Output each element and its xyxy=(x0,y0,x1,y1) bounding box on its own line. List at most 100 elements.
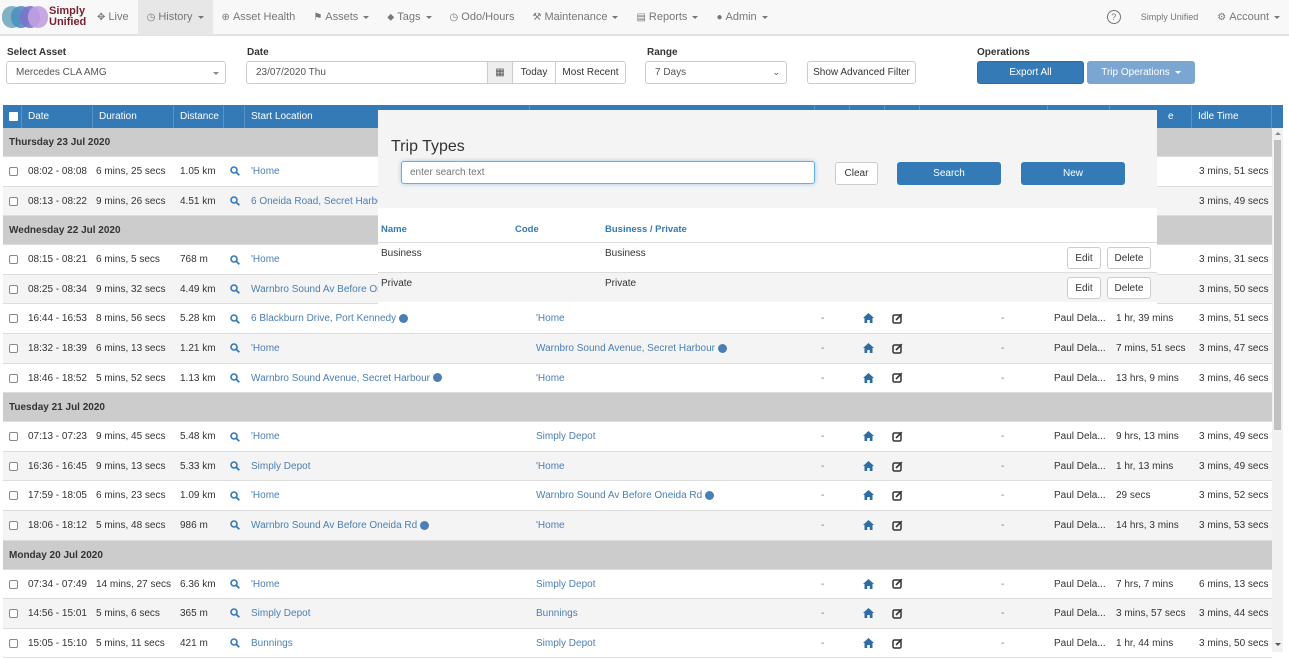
end-location-link[interactable]: Bunnings xyxy=(536,599,816,628)
search-icon[interactable] xyxy=(230,511,244,540)
header-duration[interactable]: Duration xyxy=(93,105,174,128)
end-location-link[interactable]: 'Home xyxy=(536,364,816,393)
start-location-link[interactable]: 'Home xyxy=(251,481,531,510)
end-location-link[interactable]: Simply Depot xyxy=(536,422,816,451)
globe-icon[interactable] xyxy=(433,373,442,383)
trip-types-search-input[interactable] xyxy=(401,161,815,184)
edit-icon[interactable] xyxy=(892,570,906,599)
table-row[interactable]: 16:36 - 16:45 9 mins, 13 secs 5.33 km Simpl… xyxy=(3,451,1272,482)
start-location-link-text[interactable]: Warnbro Sound Av Before Oneida Rd xyxy=(251,520,417,531)
search-icon[interactable] xyxy=(230,481,244,510)
row-checkbox[interactable] xyxy=(9,432,18,442)
nav-item-tags[interactable]: ⬥ Tags xyxy=(378,0,440,35)
search-icon[interactable] xyxy=(230,570,244,599)
nav-item-asset-health[interactable]: ⊕ Asset Health xyxy=(213,0,305,35)
edit-icon[interactable] xyxy=(892,304,906,333)
table-row[interactable]: 17:59 - 18:05 6 mins, 23 secs 1.09 km 'Home… xyxy=(3,481,1272,511)
row-checkbox[interactable] xyxy=(9,461,18,471)
start-location-link[interactable]: Warnbro Sound Avenue, Secret Harbour xyxy=(251,364,531,393)
start-location-link[interactable]: Simply Depot xyxy=(251,599,531,628)
search-icon[interactable] xyxy=(230,599,244,628)
show-advanced-filter-button[interactable]: Show Advanced Filter xyxy=(807,61,916,84)
nav-item-assets[interactable]: ⚑ Assets xyxy=(304,0,378,35)
header-idle-time[interactable]: Idle Time xyxy=(1192,105,1272,128)
row-checkbox[interactable] xyxy=(9,196,18,206)
end-location-link[interactable]: 'Home xyxy=(536,511,816,540)
export-all-button[interactable]: Export All xyxy=(977,61,1084,84)
scroll-down-icon[interactable] xyxy=(1275,643,1281,646)
scrollbar-thumb[interactable] xyxy=(1274,140,1281,430)
end-location-link[interactable]: 'Home xyxy=(536,452,816,481)
start-location-link[interactable]: Simply Depot xyxy=(251,452,531,481)
home-icon[interactable] xyxy=(863,629,877,658)
start-location-link-text[interactable]: Simply Depot xyxy=(251,461,310,472)
start-location-link-text[interactable]: Bunnings xyxy=(251,638,293,649)
row-checkbox[interactable] xyxy=(9,579,18,589)
start-location-link-text[interactable]: 'Home xyxy=(251,579,280,590)
end-location-link-text[interactable]: 'Home xyxy=(536,313,565,324)
row-checkbox[interactable] xyxy=(9,609,18,619)
calendar-button[interactable]: ▦ xyxy=(487,61,513,84)
search-icon[interactable] xyxy=(230,157,244,186)
edit-icon[interactable] xyxy=(892,511,906,540)
help-icon[interactable]: ? xyxy=(1106,10,1121,24)
header-date[interactable]: Date xyxy=(22,105,93,128)
start-location-link-text[interactable]: 'Home xyxy=(251,166,280,177)
header-code[interactable]: Code xyxy=(515,224,539,235)
table-row[interactable]: 07:13 - 07:23 9 mins, 45 secs 5.48 km 'Home… xyxy=(3,422,1272,452)
end-location-link-text[interactable]: 'Home xyxy=(536,520,565,531)
start-location-link-text[interactable]: 'Home xyxy=(251,343,280,354)
end-location-link[interactable]: 'Home xyxy=(536,304,816,333)
end-location-link-text[interactable]: Simply Depot xyxy=(536,579,595,590)
start-location-link[interactable]: 'Home xyxy=(251,570,531,599)
start-location-link[interactable]: 'Home xyxy=(251,422,531,451)
range-select[interactable]: 7 Days ⌄ xyxy=(645,61,787,84)
globe-icon[interactable] xyxy=(705,491,715,501)
search-icon[interactable] xyxy=(230,364,244,393)
table-scrollbar[interactable] xyxy=(1272,128,1283,652)
nav-item-history[interactable]: ◷ History xyxy=(137,0,213,35)
search-icon[interactable] xyxy=(230,275,244,304)
asset-select[interactable]: Mercedes CLA AMG xyxy=(6,61,226,84)
home-icon[interactable] xyxy=(863,304,877,333)
start-location-link-text[interactable]: 'Home xyxy=(251,254,280,265)
edit-icon[interactable] xyxy=(892,422,906,451)
edit-icon[interactable] xyxy=(892,364,906,393)
edit-icon[interactable] xyxy=(892,334,906,363)
start-location-link[interactable]: 'Home xyxy=(251,334,531,363)
globe-icon[interactable] xyxy=(718,343,727,353)
home-icon[interactable] xyxy=(863,511,877,540)
end-location-link[interactable]: Warnbro Sound Av Before Oneida Rd xyxy=(536,481,816,510)
end-location-link-text[interactable]: Warnbro Sound Av Before Oneida Rd xyxy=(536,490,702,501)
search-button[interactable]: Search xyxy=(897,162,1001,185)
nav-item-odo-hours[interactable]: ◷ Odo/Hours xyxy=(441,0,524,35)
end-location-link-text[interactable]: Simply Depot xyxy=(536,638,595,649)
select-all-checkbox[interactable] xyxy=(9,112,18,121)
nav-account[interactable]: ⚙ Account xyxy=(1208,0,1289,35)
row-checkbox[interactable] xyxy=(9,520,18,530)
row-checkbox[interactable] xyxy=(9,638,18,648)
row-checkbox[interactable] xyxy=(9,373,18,383)
date-input[interactable]: 23/07/2020 Thu xyxy=(246,61,488,84)
table-row[interactable]: 07:34 - 07:49 14 mins, 27 secs 6.36 km 'Hom… xyxy=(3,569,1272,600)
search-icon[interactable] xyxy=(230,422,244,451)
row-checkbox[interactable] xyxy=(9,167,18,176)
start-location-link-text[interactable]: 6 Oneida Road, Secret Harbour xyxy=(251,196,392,207)
start-location-link-text[interactable]: 'Home xyxy=(251,431,280,442)
table-row[interactable]: 18:32 - 18:39 6 mins, 13 secs 1.21 km 'Home… xyxy=(3,333,1272,364)
delete-button[interactable]: Delete xyxy=(1107,277,1151,299)
home-icon[interactable] xyxy=(863,364,877,393)
end-location-link-text[interactable]: Simply Depot xyxy=(536,431,595,442)
start-location-link[interactable]: 6 Blackburn Drive, Port Kennedy xyxy=(251,304,531,333)
search-icon[interactable] xyxy=(230,304,244,333)
end-location-link[interactable]: Warnbro Sound Avenue, Secret Harbour xyxy=(536,334,816,363)
home-icon[interactable] xyxy=(863,452,877,481)
start-location-link-text[interactable]: Warnbro Sound Avenue, Secret Harbour xyxy=(251,373,430,384)
clear-button[interactable]: Clear xyxy=(835,162,878,185)
search-icon[interactable] xyxy=(230,187,244,216)
start-location-link[interactable]: Warnbro Sound Av Before Oneida Rd xyxy=(251,511,531,540)
search-icon[interactable] xyxy=(230,452,244,481)
scroll-up-icon[interactable] xyxy=(1275,132,1281,135)
end-location-link-text[interactable]: 'Home xyxy=(536,461,565,472)
table-row[interactable]: 18:06 - 18:12 5 mins, 48 secs 986 m Warnbro… xyxy=(3,510,1272,541)
